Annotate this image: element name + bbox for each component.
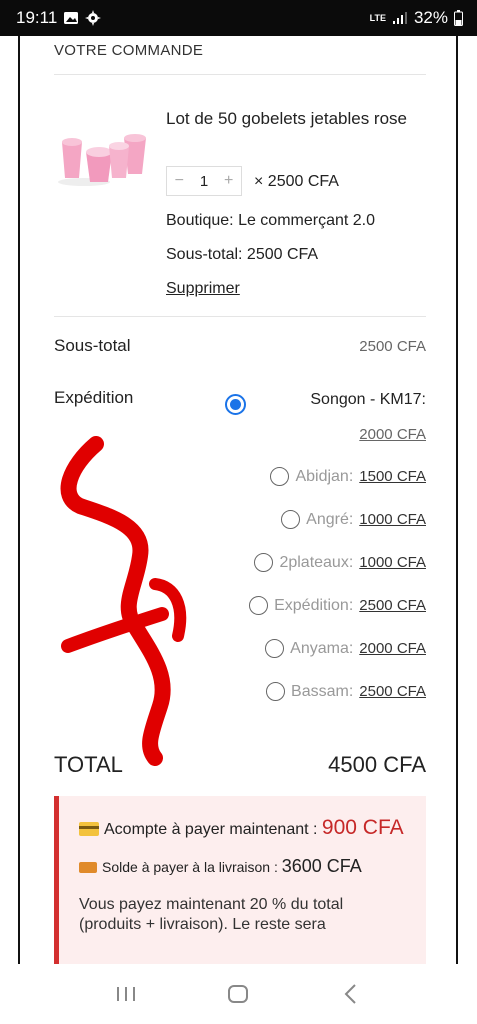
shipping-option[interactable]: 2plateaux: 1000 CFA (254, 553, 426, 572)
shipping-option-name: Bassam: (291, 682, 354, 700)
shipping-option-price: 2000 CFA (359, 640, 426, 657)
deposit-value: 900 CFA (321, 816, 404, 839)
total-label: TOTAL (54, 752, 123, 777)
red-scribble (60, 436, 187, 766)
shipping-option-name: Abidjan: (295, 467, 354, 485)
shipping-option[interactable]: Angré: 1000 CFA (281, 510, 426, 529)
recent-apps-icon[interactable] (106, 974, 146, 1014)
shipping-option-price: 2500 CFA (359, 597, 426, 614)
radio-button[interactable] (281, 510, 301, 529)
order-card: VOTRE COMMANDE Lot de 50 gobelets jetabl… (18, 36, 458, 976)
network-type: LTE (369, 13, 386, 23)
shipping-option[interactable]: Bassam: 2500 CFA (266, 682, 426, 701)
product-name[interactable]: Lot de 50 gobelets jetables rose (166, 106, 416, 132)
shipping-selected-name: Songon - KM17: (310, 391, 426, 408)
divider (54, 316, 426, 317)
signal-icon (392, 11, 408, 25)
shipping-selected-price: 2000 CFA (359, 426, 426, 443)
quantity-input[interactable]: 1 (192, 173, 217, 190)
product-image (54, 120, 152, 188)
settings-icon (85, 10, 102, 26)
shipping-option-name: Anyama: (290, 639, 354, 657)
truck-icon (79, 862, 97, 873)
balance-label: Solde à payer à la livraison : (102, 859, 278, 875)
credit-card-icon (79, 822, 99, 836)
radio-button[interactable] (266, 682, 286, 701)
section-title: VOTRE COMMANDE (54, 42, 204, 59)
shipping-option-name: 2plateaux: (279, 553, 354, 571)
deposit-label: Acompte à payer maintenant : (104, 821, 318, 838)
balance-line: Solde à payer à la livraison : 3600 CFA (79, 856, 408, 877)
back-icon[interactable] (331, 974, 371, 1014)
shipping-option-price: 1000 CFA (359, 511, 426, 528)
status-bar: 19:11 LTE 32% (0, 0, 477, 36)
increase-button[interactable]: + (216, 172, 241, 190)
shipping-label: Expédition (54, 388, 134, 407)
status-left: 19:11 (16, 8, 102, 28)
shipping-option-name: Expédition: (274, 596, 354, 614)
shipping-option[interactable]: Abidjan: 1500 CFA (270, 467, 426, 486)
clock: 19:11 (16, 8, 58, 27)
radio-button[interactable] (254, 553, 274, 572)
gallery-icon (63, 11, 79, 25)
home-icon[interactable] (218, 974, 258, 1014)
balance-value: 3600 CFA (281, 856, 362, 876)
radio-button[interactable] (249, 596, 269, 615)
radio-button[interactable] (265, 639, 285, 658)
shipping-option[interactable]: Expédition: 2500 CFA (249, 596, 426, 615)
decrease-button[interactable]: − (167, 172, 192, 190)
unit-price: × 2500 CFA (254, 173, 339, 190)
battery-percent: 32% (413, 8, 448, 27)
status-right: LTE 32% (370, 8, 463, 28)
subtotal-label: Sous-total (54, 336, 131, 355)
notice-info: Vous payez maintenant 20 % du total (pro… (79, 896, 344, 933)
shipping-option-price: 1500 CFA (359, 468, 426, 485)
shipping-radio-selected[interactable] (225, 394, 246, 415)
radio-button[interactable] (270, 467, 290, 486)
shop-name: Le commerçant 2.0 (238, 212, 376, 229)
divider (54, 74, 426, 75)
quantity-stepper: − 1 + (166, 166, 242, 196)
battery-icon (454, 10, 463, 26)
payment-notice: Acompte à payer maintenant : 900 CFA Sol… (54, 796, 426, 976)
delete-link[interactable]: Supprimer (166, 280, 240, 298)
shop-line: Boutique: Le commerçant 2.0 (166, 212, 375, 230)
navigation-bar (0, 964, 477, 1024)
product-subtotal: Sous-total: 2500 CFA (166, 246, 319, 263)
shipping-option-name: Angré: (306, 510, 354, 528)
subtotal-value: 2500 CFA (359, 338, 426, 355)
total-value: 4500 CFA (328, 752, 426, 777)
screen: 19:11 LTE 32% VOTRE COMMANDE Lot de 50 g… (0, 0, 477, 1024)
shipping-option-price: 2500 CFA (359, 683, 426, 700)
shop-label: Boutique: (166, 212, 234, 229)
deposit-line: Acompte à payer maintenant : 900 CFA (79, 814, 408, 844)
shipping-option-price: 1000 CFA (359, 554, 426, 571)
shipping-option[interactable]: Anyama: 2000 CFA (265, 639, 426, 658)
